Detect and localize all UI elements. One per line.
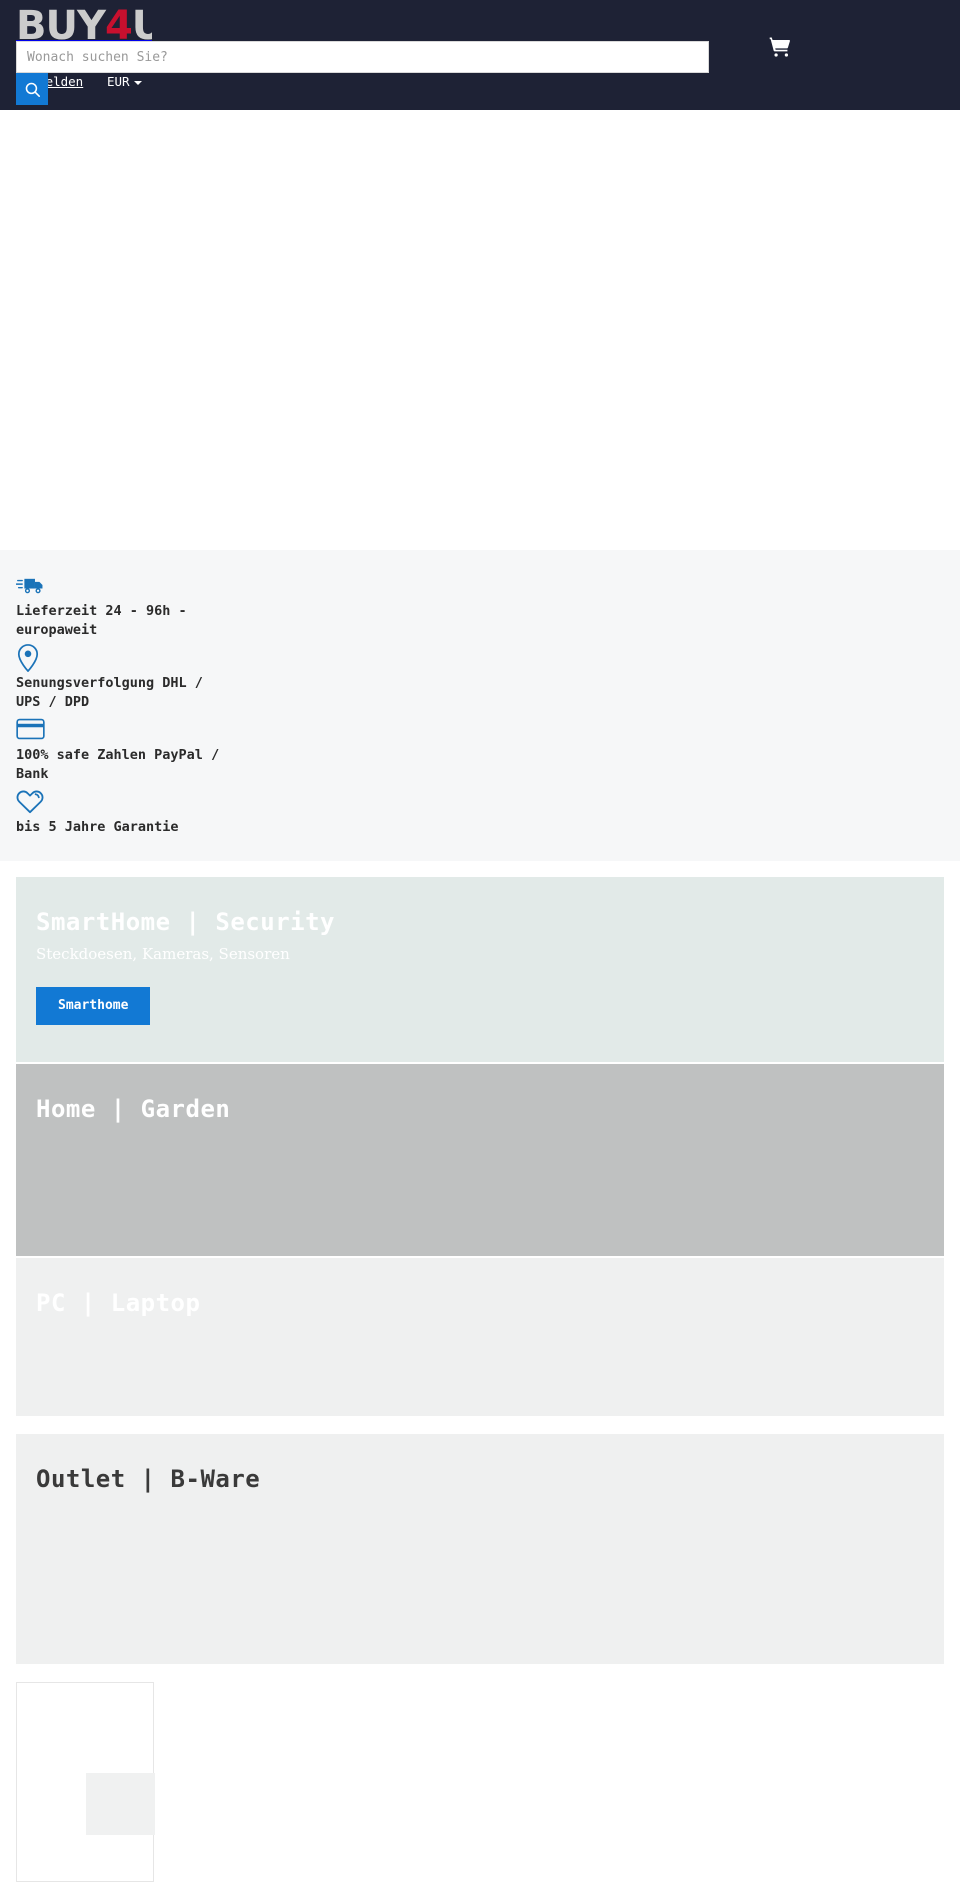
category-title-outlet: Outlet | B-Ware [36, 1465, 261, 1493]
search-submit-button[interactable] [16, 73, 48, 105]
category-card-smarthome[interactable]: SmartHome | Security Steckdoesen, Kamera… [16, 877, 944, 1062]
search-bar [16, 41, 709, 73]
chevron-down-icon [133, 80, 142, 85]
service-text-payment: 100% safe Zahlen PayPal / Bank [16, 747, 220, 782]
heart-icon [16, 786, 50, 816]
category-title-smarthome: SmartHome | Security [36, 908, 335, 936]
service-text-tracking: Senungsverfolgung DHL / UPS / DPD [16, 675, 203, 710]
search-input[interactable] [16, 41, 709, 73]
service-item-warranty: bis 5 Jahre Garantie [0, 786, 960, 837]
service-benefits-bar: Lieferzeit 24 - 96h - europaweit Senungs… [0, 550, 960, 861]
category-subtitle-smarthome: Steckdoesen, Kameras, Sensoren [36, 945, 290, 963]
service-item-payment: 100% safe Zahlen PayPal / Bank [0, 714, 960, 784]
site-header: BUY4U Anmelden EUR [0, 0, 960, 110]
cart-button[interactable] [767, 34, 793, 60]
search-icon [25, 82, 40, 97]
service-text-warranty: bis 5 Jahre Garantie [16, 819, 179, 835]
credit-card-icon [16, 714, 50, 744]
category-title-home-garden: Home | Garden [36, 1095, 231, 1123]
delivery-truck-icon [16, 570, 50, 600]
location-pin-icon [16, 642, 50, 672]
smarthome-cta-button[interactable]: Smarthome [36, 987, 151, 1025]
category-card-home-garden[interactable]: Home | Garden [16, 1064, 944, 1256]
currency-label: EUR [107, 74, 130, 89]
service-item-tracking: Senungsverfolgung DHL / UPS / DPD [0, 642, 960, 712]
product-card[interactable] [16, 1682, 155, 1882]
category-title-pc-laptop: PC | Laptop [36, 1289, 201, 1317]
shopping-cart-icon [769, 37, 791, 57]
product-grid [0, 1666, 960, 1882]
category-card-list: SmartHome | Security Steckdoesen, Kamera… [0, 861, 960, 1664]
currency-selector[interactable]: EUR [107, 74, 142, 89]
category-card-outlet[interactable]: Outlet | B-Ware [16, 1434, 944, 1664]
service-item-delivery: Lieferzeit 24 - 96h - europaweit [0, 570, 960, 640]
hero-banner-area [0, 110, 960, 550]
service-text-delivery: Lieferzeit 24 - 96h - europaweit [16, 603, 187, 638]
category-card-pc-laptop[interactable]: PC | Laptop [16, 1258, 944, 1416]
product-image-placeholder [86, 1773, 155, 1835]
